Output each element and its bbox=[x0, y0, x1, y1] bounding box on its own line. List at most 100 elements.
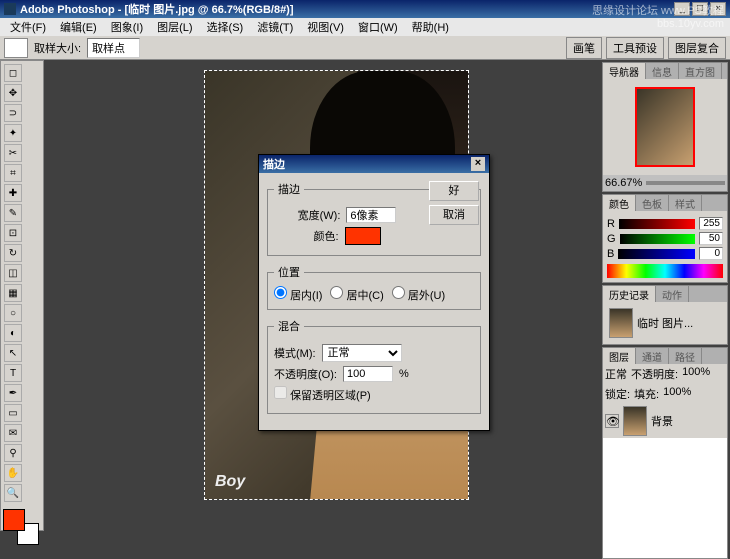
navigator-thumb[interactable] bbox=[635, 87, 695, 167]
eyedropper-tool[interactable]: ⚲ bbox=[4, 444, 22, 462]
blur-tool[interactable]: ○ bbox=[4, 304, 22, 322]
tab-histogram[interactable]: 直方图 bbox=[679, 63, 722, 79]
window-title: Adobe Photoshop - [临时 图片.jpg @ 66.7%(RGB… bbox=[20, 1, 674, 17]
menu-image[interactable]: 图象(I) bbox=[105, 17, 149, 37]
history-panel: 历史记录 动作 临时 图片... bbox=[602, 285, 728, 345]
crop-tool[interactable]: ✂ bbox=[4, 144, 22, 162]
menu-filter[interactable]: 滤镜(T) bbox=[251, 17, 299, 37]
tab-swatches[interactable]: 色板 bbox=[636, 195, 669, 211]
navigator-panel: 导航器 信息 直方图 66.67% bbox=[602, 62, 728, 192]
tab-styles[interactable]: 样式 bbox=[669, 195, 702, 211]
menu-view[interactable]: 视图(V) bbox=[301, 17, 350, 37]
sample-size-label: 取样大小: bbox=[34, 40, 81, 56]
opacity-value[interactable]: 100% bbox=[682, 366, 710, 382]
shape-tool[interactable]: ▭ bbox=[4, 404, 22, 422]
color-swatch[interactable] bbox=[345, 227, 381, 245]
lasso-tool[interactable]: ⊃ bbox=[4, 104, 22, 122]
zoom-tool[interactable]: 🔍 bbox=[4, 484, 22, 502]
tab-history[interactable]: 历史记录 bbox=[603, 286, 656, 302]
position-legend: 位置 bbox=[274, 264, 304, 280]
tab-actions[interactable]: 动作 bbox=[656, 286, 689, 302]
preserve-checkbox[interactable]: 保留透明区域(P) bbox=[274, 386, 371, 403]
fill-value[interactable]: 100% bbox=[663, 386, 691, 402]
layer-row[interactable]: 👁 背景 bbox=[603, 404, 727, 438]
maximize-button[interactable]: □ bbox=[692, 2, 708, 16]
menu-file[interactable]: 文件(F) bbox=[4, 17, 52, 37]
menu-select[interactable]: 选择(S) bbox=[201, 17, 250, 37]
radio-center[interactable]: 居中(C) bbox=[330, 286, 383, 303]
r-label: R bbox=[607, 218, 615, 230]
b-label: B bbox=[607, 248, 614, 260]
dlg-opacity-label: 不透明度(O): bbox=[274, 366, 337, 382]
layer-name[interactable]: 背景 bbox=[651, 413, 673, 429]
brush-tool[interactable]: ✎ bbox=[4, 204, 22, 222]
move-tool[interactable]: ✥ bbox=[4, 84, 22, 102]
dialog-close-icon[interactable]: × bbox=[471, 157, 485, 171]
pen-tool[interactable]: ✒ bbox=[4, 384, 22, 402]
minimize-button[interactable]: _ bbox=[674, 2, 690, 16]
mode-select[interactable]: 正常 bbox=[322, 344, 402, 362]
color-label: 颜色: bbox=[313, 228, 338, 244]
g-value[interactable]: 50 bbox=[699, 232, 723, 245]
width-label: 宽度(W): bbox=[298, 207, 341, 223]
notes-tool[interactable]: ✉ bbox=[4, 424, 22, 442]
tab-navigator[interactable]: 导航器 bbox=[603, 63, 646, 79]
dialog-titlebar[interactable]: 描边 × bbox=[259, 155, 489, 173]
gradient-tool[interactable]: ▦ bbox=[4, 284, 22, 302]
radio-inside[interactable]: 居内(I) bbox=[274, 286, 322, 303]
cancel-button[interactable]: 取消 bbox=[429, 205, 479, 225]
canvas-watermark: Boy bbox=[215, 473, 245, 491]
tab-channels[interactable]: 通道 bbox=[636, 348, 669, 364]
layers-panel: 图层 通道 路径 正常 不透明度: 100% 锁定: 填充: 100% 👁 背景 bbox=[602, 347, 728, 559]
width-input[interactable] bbox=[346, 207, 396, 223]
blend-mode[interactable]: 正常 bbox=[605, 366, 627, 382]
menu-help[interactable]: 帮助(H) bbox=[406, 17, 455, 37]
marquee-tool[interactable]: ◻ bbox=[4, 64, 22, 82]
history-item[interactable]: 临时 图片... bbox=[607, 306, 723, 340]
hand-tool[interactable]: ✋ bbox=[4, 464, 22, 482]
tab-layers[interactable]: 图层 bbox=[603, 348, 636, 364]
color-swatches[interactable] bbox=[3, 509, 39, 545]
tab-color[interactable]: 颜色 bbox=[603, 195, 636, 211]
g-label: G bbox=[607, 233, 616, 245]
opacity-label: 不透明度: bbox=[631, 366, 678, 382]
heal-tool[interactable]: ✚ bbox=[4, 184, 22, 202]
menu-edit[interactable]: 编辑(E) bbox=[54, 17, 103, 37]
menubar: 文件(F) 编辑(E) 图象(I) 图层(L) 选择(S) 滤镜(T) 视图(V… bbox=[0, 18, 730, 36]
r-slider[interactable] bbox=[619, 219, 695, 229]
visibility-icon[interactable]: 👁 bbox=[605, 414, 619, 428]
slice-tool[interactable]: ⌗ bbox=[4, 164, 22, 182]
sample-size-select[interactable]: 取样点 bbox=[87, 38, 140, 58]
dlg-opacity-input[interactable] bbox=[343, 366, 393, 382]
b-slider[interactable] bbox=[618, 249, 695, 259]
tab-paths[interactable]: 路径 bbox=[669, 348, 702, 364]
palette-layercomp[interactable]: 图层复合 bbox=[668, 37, 726, 59]
tool-preview-icon[interactable] bbox=[4, 38, 28, 58]
wand-tool[interactable]: ✦ bbox=[4, 124, 22, 142]
palette-brush[interactable]: 画笔 bbox=[566, 37, 602, 59]
ok-button[interactable]: 好 bbox=[429, 181, 479, 201]
menu-layer[interactable]: 图层(L) bbox=[151, 17, 198, 37]
titlebar: Adobe Photoshop - [临时 图片.jpg @ 66.7%(RGB… bbox=[0, 0, 730, 18]
zoom-value[interactable]: 66.67% bbox=[605, 177, 642, 189]
path-tool[interactable]: ↖ bbox=[4, 344, 22, 362]
stamp-tool[interactable]: ⊡ bbox=[4, 224, 22, 242]
radio-outside[interactable]: 居外(U) bbox=[392, 286, 445, 303]
fill-label: 填充: bbox=[634, 386, 659, 402]
zoom-slider[interactable] bbox=[646, 181, 725, 185]
position-group: 位置 居内(I) 居中(C) 居外(U) bbox=[267, 264, 481, 310]
type-tool[interactable]: T bbox=[4, 364, 22, 382]
r-value[interactable]: 255 bbox=[699, 217, 723, 230]
dodge-tool[interactable]: ◐ bbox=[4, 324, 22, 342]
color-ramp[interactable] bbox=[607, 264, 723, 278]
eraser-tool[interactable]: ◫ bbox=[4, 264, 22, 282]
close-button[interactable]: × bbox=[710, 2, 726, 16]
palette-presets[interactable]: 工具预设 bbox=[606, 37, 664, 59]
menu-window[interactable]: 窗口(W) bbox=[352, 17, 404, 37]
history-brush-tool[interactable]: ↻ bbox=[4, 244, 22, 262]
b-value[interactable]: 0 bbox=[699, 247, 723, 260]
g-slider[interactable] bbox=[620, 234, 695, 244]
blend-group: 混合 模式(M): 正常 不透明度(O): % 保留透明区域(P) bbox=[267, 318, 481, 414]
fg-color-swatch[interactable] bbox=[3, 509, 25, 531]
tab-info[interactable]: 信息 bbox=[646, 63, 679, 79]
